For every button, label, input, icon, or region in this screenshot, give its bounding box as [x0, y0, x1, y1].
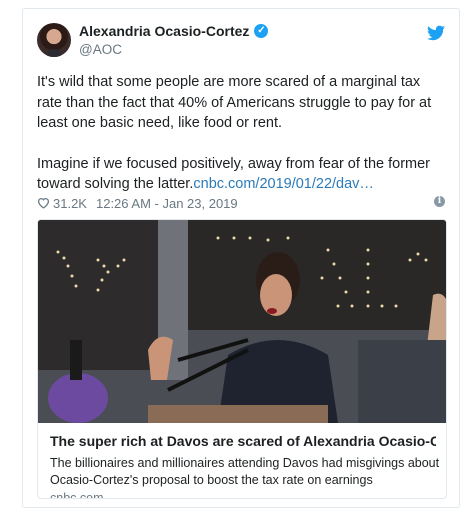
tweet-header: Alexandria Ocasio-Cortez ✓ @AOC [37, 23, 447, 61]
author-handle[interactable]: @AOC [79, 42, 122, 57]
photo-illustration [38, 220, 446, 423]
link-preview-description: The billionaires and millionaires attend… [50, 456, 440, 487]
link-preview-domain: cnbc.com [50, 491, 104, 499]
avatar[interactable] [37, 23, 71, 57]
heart-icon[interactable] [37, 197, 50, 209]
link-preview-card[interactable]: The super rich at Davos are scared of Al… [37, 219, 447, 499]
tweet-paragraph-1: It's wild that some people are more scar… [37, 74, 432, 131]
verified-badge-icon: ✓ [254, 24, 269, 38]
like-count[interactable]: 31.2K [53, 196, 87, 211]
twitter-bird-icon[interactable] [427, 25, 445, 41]
tweet-link[interactable]: cnbc.com/2019/01/22/dav… [193, 176, 374, 192]
author-name-row: Alexandria Ocasio-Cortez ✓ [79, 23, 269, 39]
tweet-paragraph-2: Imagine if we focused positively, away f… [37, 154, 447, 195]
link-preview-image [38, 220, 446, 423]
link-preview-title[interactable]: The super rich at Davos are scared of Al… [50, 433, 436, 449]
tweet-timestamp[interactable]: 12:26 AM - Jan 23, 2019 [96, 196, 238, 211]
tweet-meta: 31.2K 12:26 AM - Jan 23, 2019 i [37, 194, 447, 212]
author-name[interactable]: Alexandria Ocasio-Cortez [79, 23, 249, 39]
tweet-card: Alexandria Ocasio-Cortez ✓ @AOC It's wil… [22, 8, 460, 508]
info-icon[interactable]: i [434, 196, 445, 207]
